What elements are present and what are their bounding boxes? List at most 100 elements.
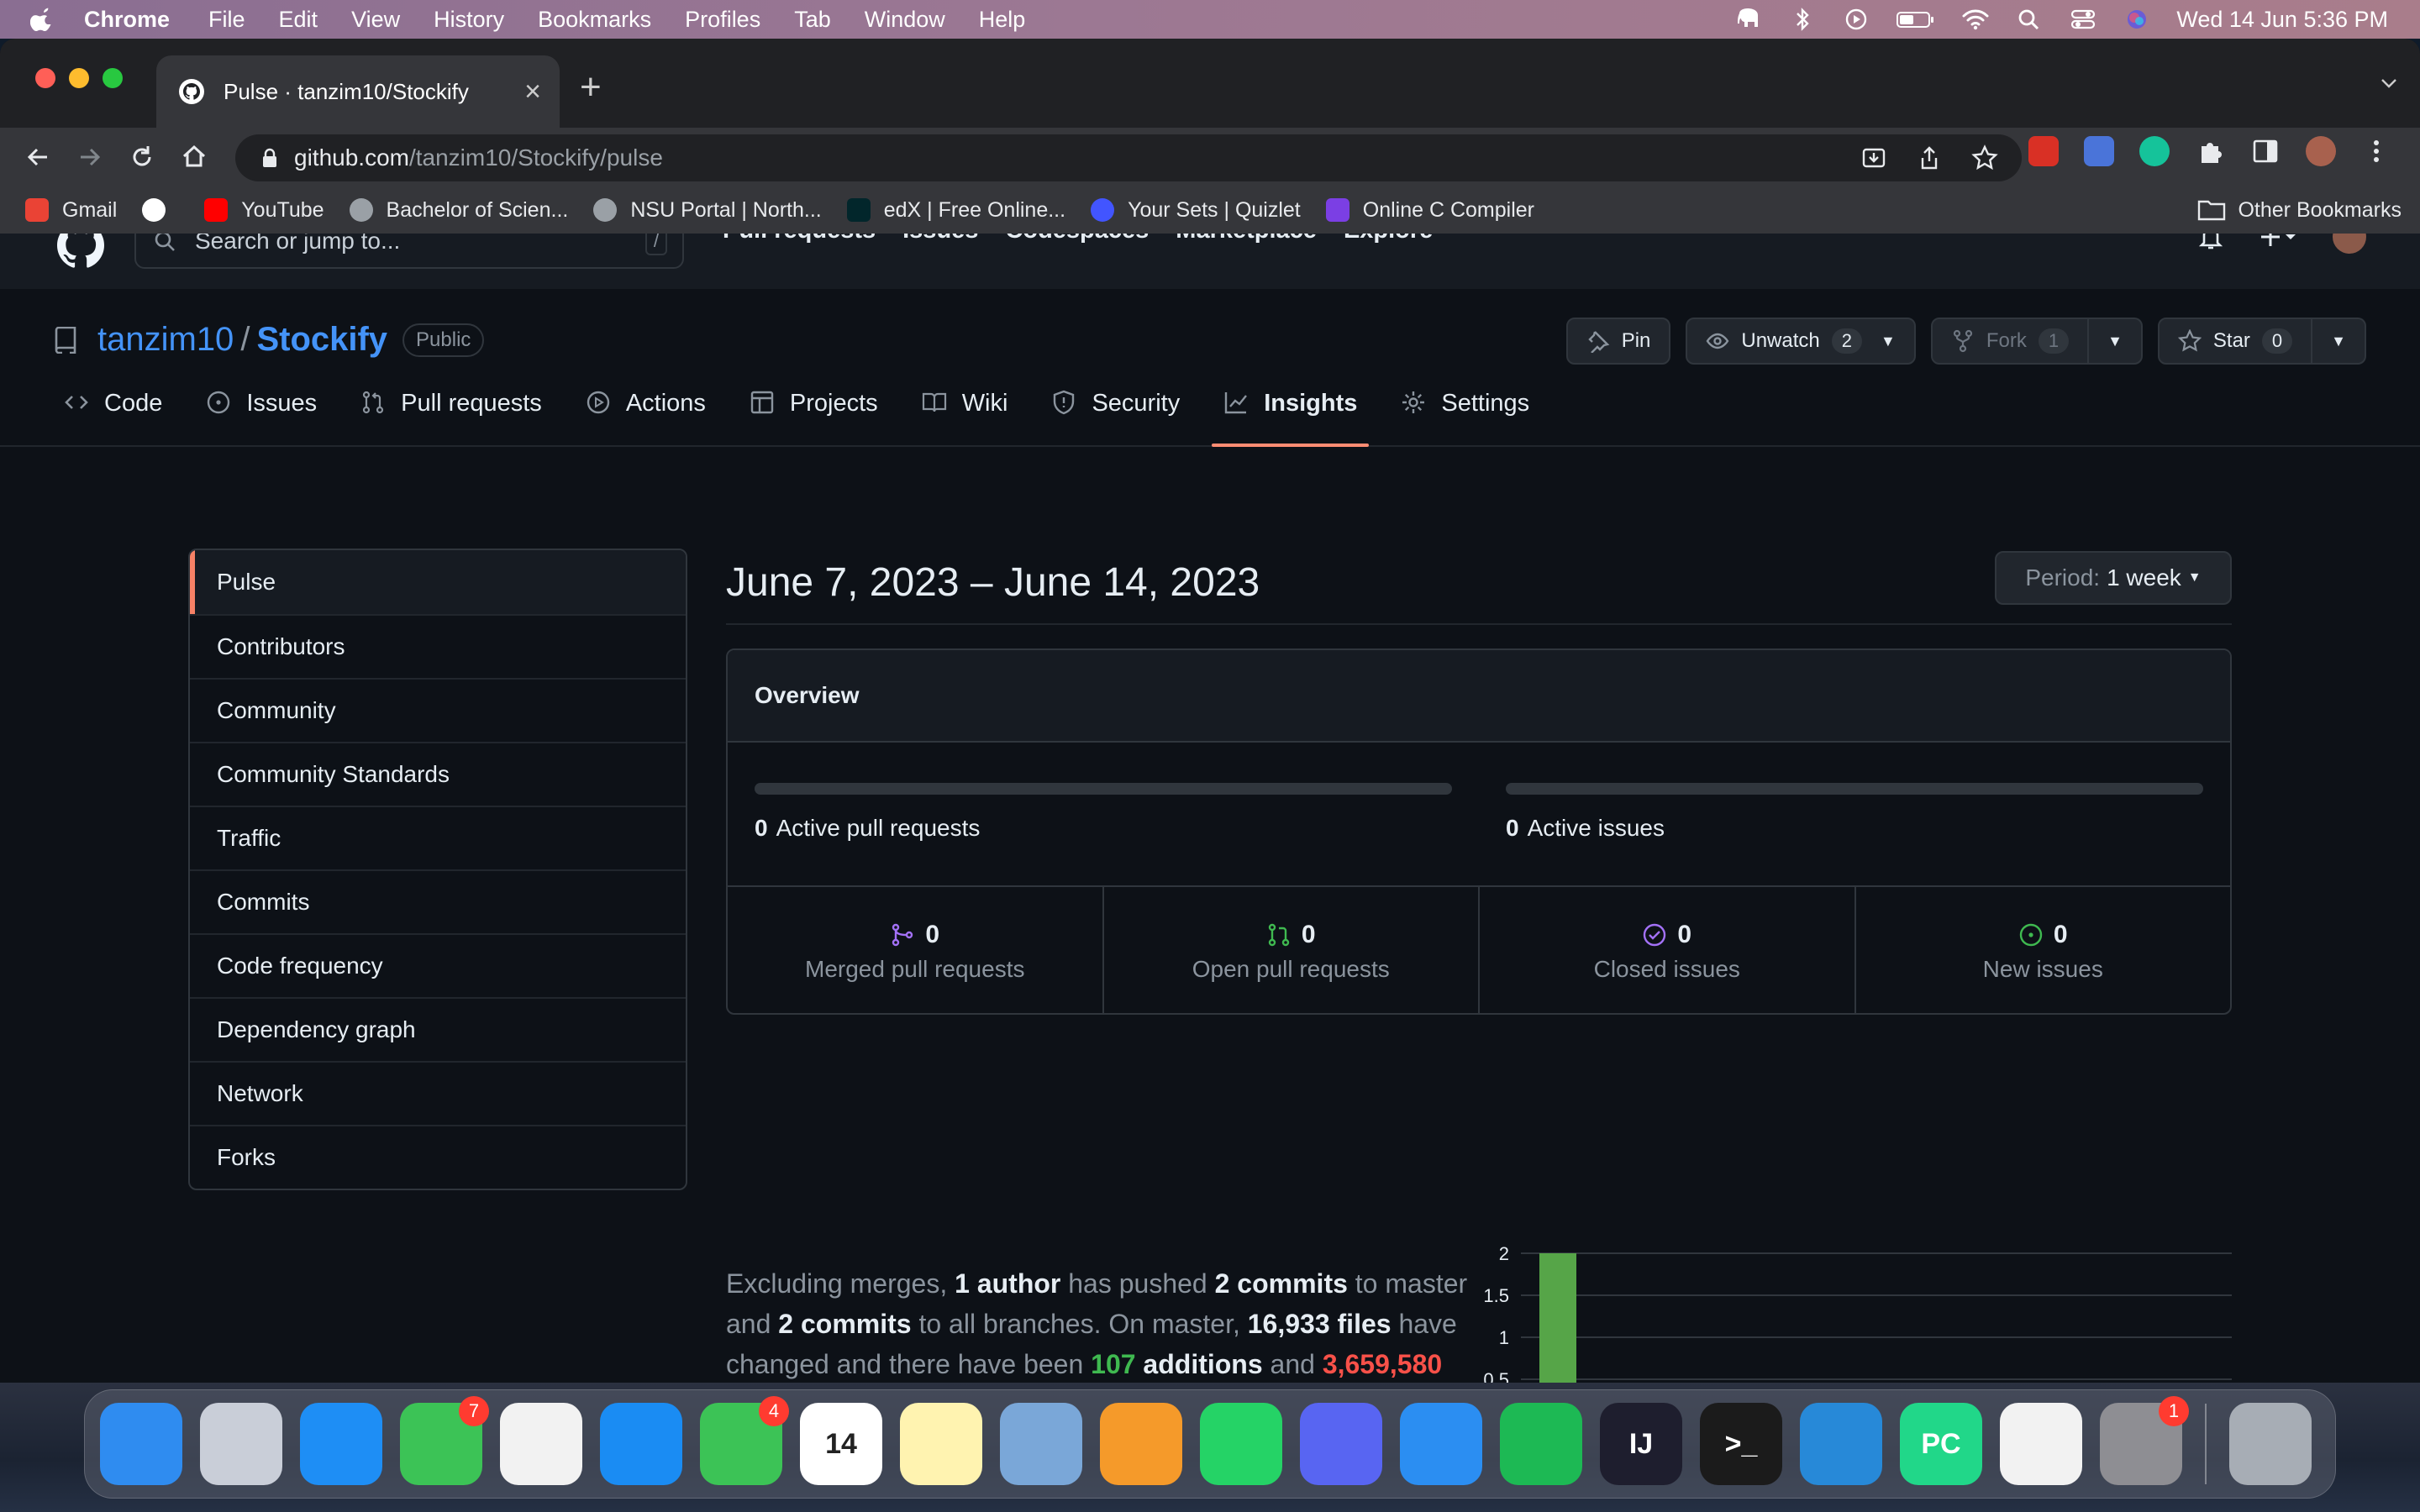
dock-safari-icon[interactable] <box>300 1403 382 1485</box>
side-item-network[interactable]: Network <box>190 1061 686 1125</box>
tab-insights[interactable]: Insights <box>1212 390 1370 447</box>
stat-open-prs[interactable]: 0 Open pull requests <box>1102 887 1479 1013</box>
side-item-community-standards[interactable]: Community Standards <box>190 742 686 806</box>
window-minimize-button[interactable] <box>69 68 89 88</box>
dock-keynote-icon[interactable] <box>1400 1403 1482 1485</box>
dock-pages-icon[interactable] <box>1100 1403 1182 1485</box>
tab-settings[interactable]: Settings <box>1401 390 1529 445</box>
control-center-icon[interactable] <box>2069 7 2097 32</box>
grammarly-extension-icon[interactable] <box>2139 136 2170 166</box>
back-arrow-icon[interactable] <box>24 143 52 171</box>
repo-name-link[interactable]: Stockify <box>256 321 387 359</box>
tab-close-icon[interactable]: × <box>524 76 541 108</box>
tab-actions[interactable]: Actions <box>586 390 706 445</box>
side-item-community[interactable]: Community <box>190 678 686 742</box>
topnav-explore[interactable]: Explore <box>1344 234 1433 244</box>
dock-spotify-icon[interactable] <box>1500 1403 1582 1485</box>
github-search-input[interactable]: Search or jump to... / <box>134 234 684 269</box>
star-list-dropdown-button[interactable]: ▼ <box>2312 318 2366 365</box>
new-tab-button[interactable]: + <box>580 69 602 106</box>
active-issues-summary[interactable]: 0 Active issues <box>1506 815 1665 842</box>
address-bar[interactable]: github.com/tanzim10/Stockify/pulse <box>235 134 2022 181</box>
side-item-traffic[interactable]: Traffic <box>190 806 686 869</box>
menu-edit[interactable]: Edit <box>279 7 318 33</box>
tab-wiki[interactable]: Wiki <box>922 390 1007 445</box>
translate-extension-icon[interactable] <box>2084 136 2114 166</box>
stat-new-issues[interactable]: 0 New issues <box>1854 887 2231 1013</box>
other-bookmarks[interactable]: Other Bookmarks <box>2197 198 2402 223</box>
fork-button[interactable]: Fork 1 <box>1930 318 2090 365</box>
spotlight-search-icon[interactable] <box>2015 7 2044 32</box>
menu-file[interactable]: File <box>208 7 245 33</box>
menu-app-name[interactable]: Chrome <box>84 7 170 33</box>
gmail-extension-icon[interactable] <box>2028 136 2059 166</box>
bookmark-gmail[interactable]: Gmail <box>25 198 117 223</box>
dock-whatsapp-icon[interactable] <box>1200 1403 1282 1485</box>
menu-history[interactable]: History <box>434 7 504 33</box>
forward-arrow-icon[interactable] <box>76 143 104 171</box>
chrome-menu-icon[interactable] <box>2361 136 2391 166</box>
unwatch-button[interactable]: Unwatch 2 ▼ <box>1686 318 1916 365</box>
dock-finder-icon[interactable] <box>100 1403 182 1485</box>
dock-pycharm-icon[interactable]: PC <box>1900 1403 1982 1485</box>
side-item-forks[interactable]: Forks <box>190 1125 686 1189</box>
dock-messages-icon[interactable]: 7 <box>400 1396 489 1485</box>
bookmark-star-icon[interactable] <box>1971 144 1998 171</box>
dock-trash-icon[interactable] <box>2229 1403 2312 1485</box>
period-select-button[interactable]: Period: 1 week ▼ <box>1995 551 2232 605</box>
dock-preview-icon[interactable] <box>1000 1403 1082 1485</box>
tab-pull-requests[interactable]: Pull requests <box>360 390 542 445</box>
menu-view[interactable]: View <box>351 7 400 33</box>
side-item-pulse[interactable]: Pulse <box>190 550 686 614</box>
stat-closed-issues[interactable]: 0 Closed issues <box>1478 887 1854 1013</box>
side-item-code-frequency[interactable]: Code frequency <box>190 933 686 997</box>
bookmark-bachelor[interactable]: Bachelor of Scien... <box>349 198 568 223</box>
reload-icon[interactable] <box>128 143 156 171</box>
tab-search-chevron-icon[interactable] <box>2380 74 2398 92</box>
menu-window[interactable]: Window <box>865 7 945 33</box>
author-count-link[interactable]: 1 author <box>955 1268 1060 1299</box>
menu-bookmarks[interactable]: Bookmarks <box>538 7 651 33</box>
github-logo-icon[interactable] <box>54 234 108 272</box>
menu-profiles[interactable]: Profiles <box>685 7 760 33</box>
side-item-dependency-graph[interactable]: Dependency graph <box>190 997 686 1061</box>
side-item-contributors[interactable]: Contributors <box>190 614 686 678</box>
lock-icon[interactable] <box>262 148 277 168</box>
topnav-issues[interactable]: Issues <box>902 234 978 244</box>
tab-code[interactable]: Code <box>64 390 162 445</box>
bookmark-quizlet[interactable]: Your Sets | Quizlet <box>1091 198 1301 223</box>
bookmark-google[interactable] <box>142 198 179 222</box>
topnav-marketplace[interactable]: Marketplace <box>1176 234 1317 244</box>
play-status-icon[interactable] <box>1842 7 1870 32</box>
profile-avatar[interactable] <box>2306 136 2336 166</box>
dock-launchpad-icon[interactable] <box>200 1403 282 1485</box>
active-prs-summary[interactable]: 0 Active pull requests <box>755 815 980 842</box>
window-close-button[interactable] <box>35 68 55 88</box>
elephant-app-icon[interactable] <box>1734 7 1763 32</box>
fork-dropdown-button[interactable]: ▼ <box>2089 318 2143 365</box>
side-item-commits[interactable]: Commits <box>190 869 686 933</box>
topnav-codespaces[interactable]: Codespaces <box>1005 234 1149 244</box>
dock-calendar-icon[interactable]: 14 <box>800 1403 882 1485</box>
bookmark-youtube[interactable]: YouTube <box>204 198 324 223</box>
dock-intellij-icon[interactable]: IJ <box>1600 1403 1682 1485</box>
pin-button[interactable]: Pin <box>1565 318 1671 365</box>
install-app-icon[interactable] <box>1860 144 1887 171</box>
battery-icon[interactable] <box>1896 7 1936 32</box>
dock-terminal-icon[interactable]: >_ <box>1700 1403 1782 1485</box>
chart-bar[interactable] <box>1539 1253 1576 1383</box>
create-new-plus-icon[interactable] <box>2259 234 2299 251</box>
bookmark-edx[interactable]: edX | Free Online... <box>846 198 1065 223</box>
tab-security[interactable]: Security <box>1051 390 1180 445</box>
star-button[interactable]: Star 0 <box>2157 318 2313 365</box>
tab-issues[interactable]: Issues <box>206 390 317 445</box>
window-zoom-button[interactable] <box>103 68 123 88</box>
tab-projects[interactable]: Projects <box>750 390 878 445</box>
repo-owner-link[interactable]: tanzim10 <box>97 321 234 359</box>
dock-facetime-icon[interactable]: 4 <box>700 1396 789 1485</box>
user-avatar-menu[interactable] <box>2333 234 2366 254</box>
dock-app-store-icon[interactable] <box>600 1403 682 1485</box>
dock-chrome-icon[interactable] <box>2000 1403 2082 1485</box>
share-icon[interactable] <box>1916 144 1943 171</box>
home-icon[interactable] <box>180 143 208 171</box>
